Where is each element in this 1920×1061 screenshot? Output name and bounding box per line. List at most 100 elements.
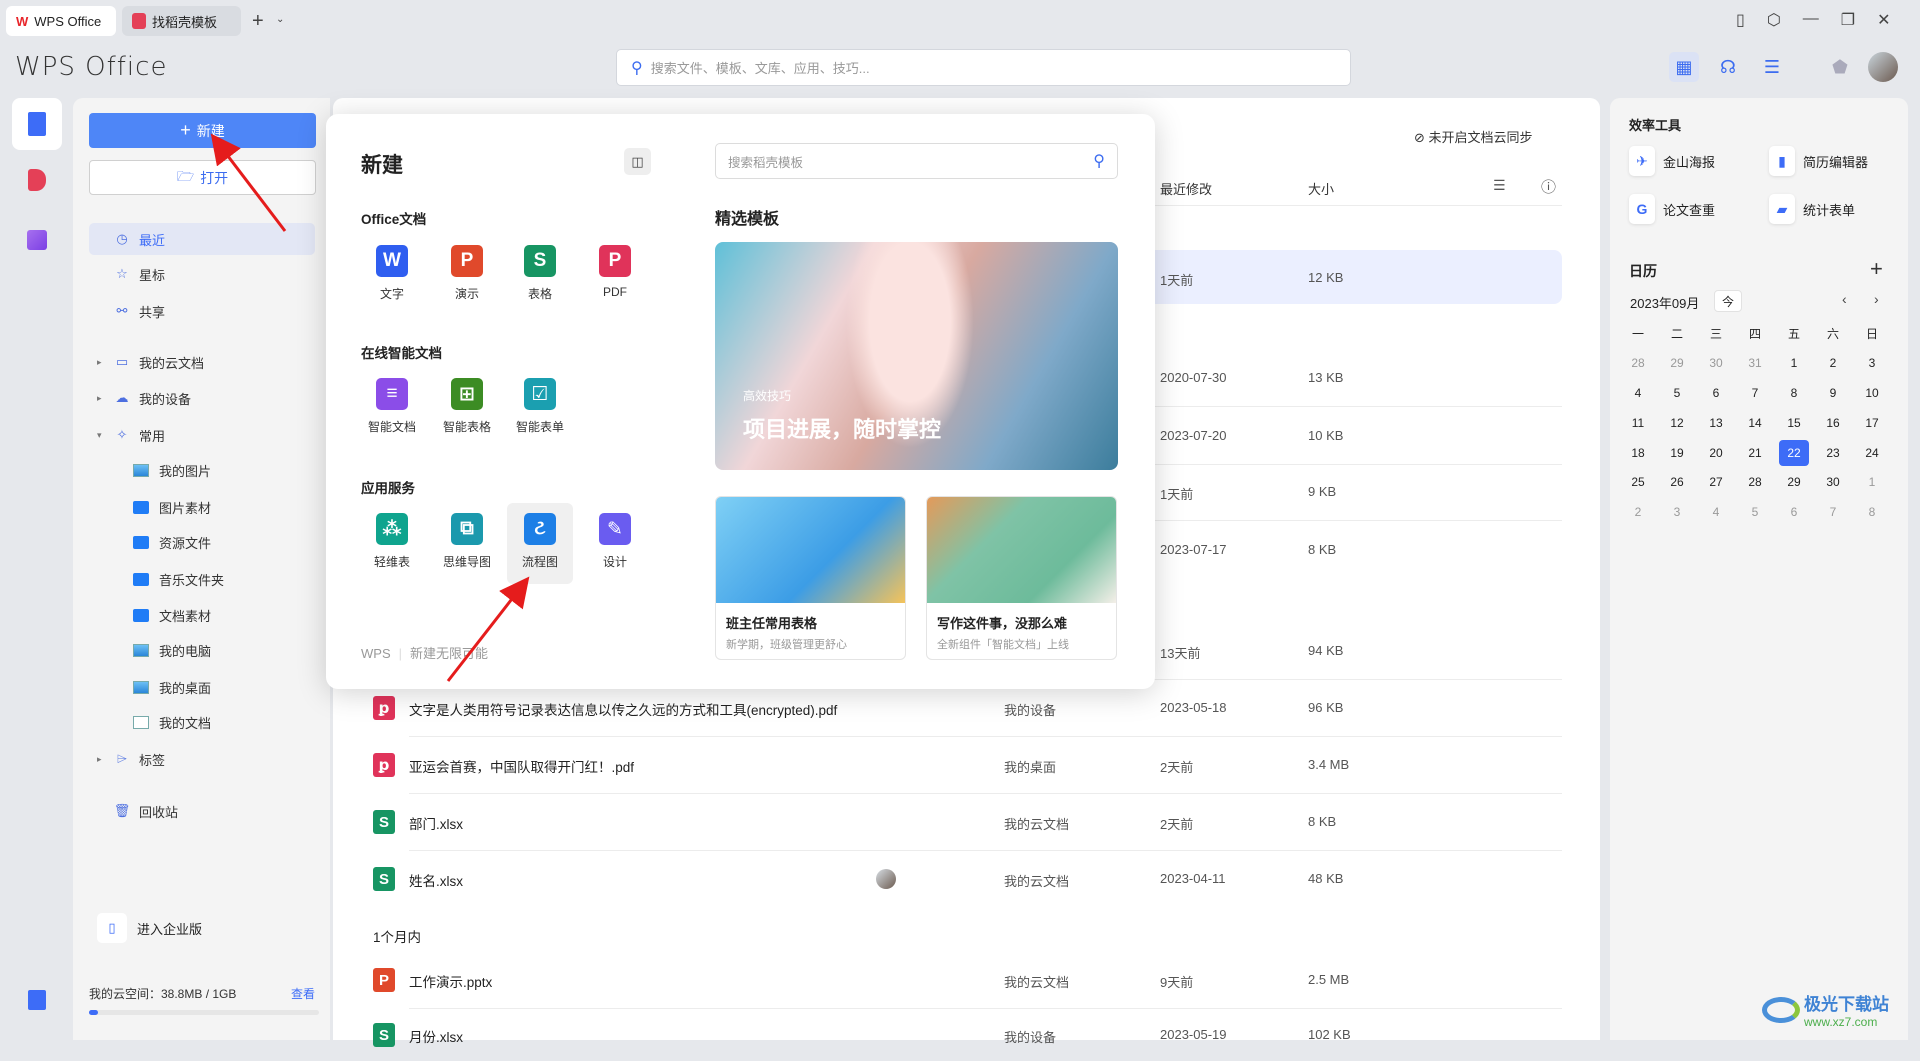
calendar-day[interactable]: 15 (1779, 410, 1809, 436)
calendar-day[interactable]: 30 (1701, 350, 1731, 376)
calendar-day[interactable]: 5 (1740, 499, 1770, 525)
new-apps-item[interactable]: ✎ 设计 (582, 513, 648, 570)
enterprise-button[interactable]: ▯ 进入企业版 (97, 913, 202, 943)
close-icon[interactable]: ✕ (1877, 10, 1890, 30)
minimize-icon[interactable]: — (1803, 10, 1819, 30)
apps-grid-icon[interactable]: ▦ (1669, 52, 1699, 82)
calendar-day[interactable]: 1 (1857, 469, 1887, 495)
new-office-item[interactable]: P PDF (582, 245, 648, 299)
sidebar-subitem[interactable]: 我的图片 (89, 454, 315, 486)
table-row[interactable] (373, 853, 1562, 905)
calendar-day[interactable]: 4 (1701, 499, 1731, 525)
sidebar-item-trash[interactable]: 🗑 回收站 (89, 795, 315, 827)
sidebar-subitem[interactable]: 文档素材 (89, 599, 315, 631)
calendar-day[interactable]: 25 (1623, 469, 1653, 495)
calendar-day[interactable]: 6 (1779, 499, 1809, 525)
search-icon[interactable]: ⚲ (1093, 151, 1105, 171)
tab-docer-templates[interactable]: 找稻壳模板 (122, 6, 241, 36)
calendar-day[interactable]: 1 (1779, 350, 1809, 376)
tab-list-chevron-icon[interactable]: ⌄ (276, 14, 284, 25)
tool-item[interactable]: ✈ 金山海报 (1629, 146, 1715, 176)
new-tab-button[interactable]: + (252, 10, 264, 33)
add-event-button[interactable]: + (1870, 256, 1883, 282)
rail-docer[interactable] (12, 154, 62, 206)
new-office-item[interactable]: S 表格 (507, 245, 573, 302)
calendar-day[interactable]: 13 (1701, 410, 1731, 436)
new-office-item[interactable]: W 文字 (359, 245, 425, 302)
file-name[interactable]: 文字是人类用符号记录表达信息以传之久远的方式和工具(encrypted).pdf (409, 699, 837, 719)
calendar-day[interactable]: 18 (1623, 440, 1653, 466)
calendar-day[interactable]: 2 (1818, 350, 1848, 376)
calendar-day[interactable]: 8 (1779, 380, 1809, 406)
calendar-day[interactable]: 29 (1662, 350, 1692, 376)
new-apps-item[interactable]: ⧉ 思维导图 (434, 513, 500, 570)
new-smart-item[interactable]: ☑ 智能表单 (507, 378, 573, 435)
calendar-day[interactable]: 30 (1818, 469, 1848, 495)
phone-mode-icon[interactable]: ▯ (1736, 10, 1745, 30)
calendar-day[interactable]: 17 (1857, 410, 1887, 436)
sidebar-item[interactable]: ▸ ▭ 我的云文档 (89, 346, 315, 378)
template-card[interactable]: 班主任常用表格 新学期，班级管理更舒心 (715, 496, 906, 660)
file-name[interactable]: 亚运会首赛，中国队取得开门红！.pdf (409, 756, 634, 776)
global-search-input[interactable]: ⚲ 搜索文件、模板、文库、应用、技巧... (616, 49, 1351, 86)
calendar-day[interactable]: 23 (1818, 440, 1848, 466)
next-month-icon[interactable]: › (1874, 291, 1879, 307)
file-name[interactable]: 工作演示.pptx (409, 971, 492, 991)
calendar-day[interactable]: 12 (1662, 410, 1692, 436)
sidebar-subitem[interactable]: 图片素材 (89, 491, 315, 523)
template-card[interactable]: 写作这件事，没那么难 全新组件「智能文档」上线 (926, 496, 1117, 660)
tab-wps-office[interactable]: W WPS Office (6, 6, 116, 36)
calendar-day[interactable]: 7 (1740, 380, 1770, 406)
table-row[interactable] (373, 1009, 1562, 1061)
open-button[interactable]: 🗁 打开 (89, 160, 316, 195)
table-row[interactable] (373, 796, 1562, 848)
expand-toggle-icon[interactable]: ▸ (97, 754, 109, 765)
sidebar-subitem[interactable]: 我的文档 (89, 706, 315, 738)
calendar-day[interactable]: 8 (1857, 499, 1887, 525)
template-search-input[interactable]: 搜索稻壳模板 ⚲ (715, 143, 1118, 179)
shield-icon[interactable]: ⬟ (1825, 52, 1855, 82)
sidebar-item[interactable]: ▸ ☁ 我的设备 (89, 382, 315, 414)
calendar-day[interactable]: 20 (1701, 440, 1731, 466)
new-office-item[interactable]: P 演示 (434, 245, 500, 302)
calendar-day[interactable]: 10 (1857, 380, 1887, 406)
cube-icon[interactable]: ⬡ (1767, 10, 1781, 30)
calendar-day[interactable]: 29 (1779, 469, 1809, 495)
calendar-day[interactable]: 9 (1818, 380, 1848, 406)
file-name[interactable]: 部门.xlsx (409, 813, 463, 833)
calendar-day[interactable]: 6 (1701, 380, 1731, 406)
calendar-day[interactable]: 4 (1623, 380, 1653, 406)
sidebar-subitem[interactable]: 我的桌面 (89, 671, 315, 703)
cloud-storage-view-link[interactable]: 查看 (291, 985, 315, 1002)
calendar-day[interactable]: 28 (1623, 350, 1653, 376)
tool-item[interactable]: G 论文查重 (1629, 194, 1715, 224)
rail-apps[interactable] (12, 214, 62, 266)
calendar-day[interactable]: 16 (1818, 410, 1848, 436)
sidebar-item[interactable]: ▾ ✧ 常用 (89, 419, 315, 451)
calendar-day[interactable]: 19 (1662, 440, 1692, 466)
menu-icon[interactable]: ☰ (1757, 52, 1787, 82)
rail-enterprise[interactable] (12, 974, 62, 1026)
today-button[interactable]: 今 (1714, 290, 1742, 312)
sidebar-item[interactable]: ☆ 星标 (89, 258, 315, 290)
sidebar-item-tags[interactable]: ▸ ⌲ 标签 (89, 743, 315, 775)
sidebar-subitem[interactable]: 资源文件 (89, 526, 315, 558)
expand-toggle-icon[interactable]: ▾ (97, 430, 109, 441)
calendar-day[interactable]: 24 (1857, 440, 1887, 466)
calendar-day[interactable]: 3 (1662, 499, 1692, 525)
calendar-day[interactable]: 31 (1740, 350, 1770, 376)
calendar-day[interactable]: 28 (1740, 469, 1770, 495)
new-apps-item[interactable]: ટ 流程图 (507, 513, 573, 570)
calendar-day[interactable]: 5 (1662, 380, 1692, 406)
cloud-sync-status[interactable]: ⊘ 未开启文档云同步 (1414, 127, 1533, 146)
file-name[interactable]: 月份.xlsx (409, 1026, 463, 1046)
expand-toggle-icon[interactable]: ▸ (97, 357, 109, 368)
calendar-day[interactable]: 21 (1740, 440, 1770, 466)
headset-icon[interactable]: ☊ (1713, 52, 1743, 82)
calendar-day[interactable]: 26 (1662, 469, 1692, 495)
sidebar-item[interactable]: ⚯ 共享 (89, 295, 315, 327)
table-row[interactable] (373, 954, 1562, 1006)
column-settings-icon[interactable]: ☰ (1493, 177, 1506, 194)
avatar[interactable] (1868, 52, 1898, 82)
sidebar-subitem[interactable]: 我的电脑 (89, 634, 315, 666)
